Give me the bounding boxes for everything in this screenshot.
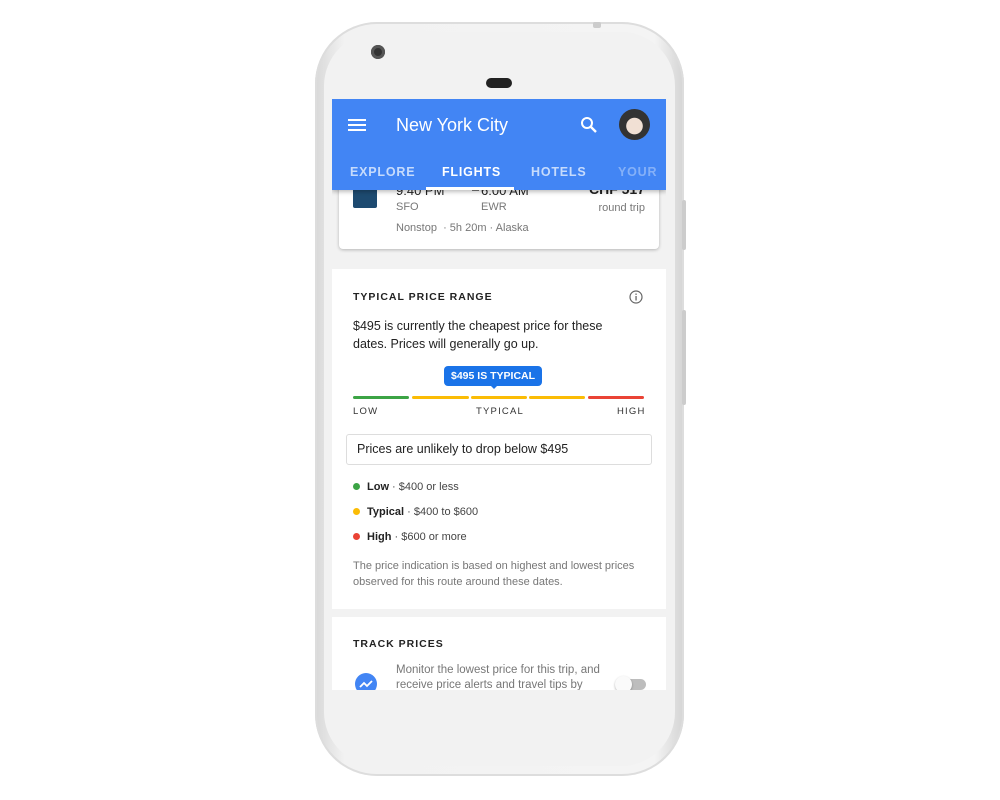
price-badge: $495 IS TYPICAL xyxy=(444,366,543,386)
legend-dot-typical xyxy=(353,508,360,515)
tab-flights[interactable]: FLIGHTS xyxy=(442,165,501,179)
origin: SFO xyxy=(396,201,419,213)
active-tab-indicator xyxy=(426,187,514,190)
app-header: New York City EXPLORE FLIGHTS HOTELS YOU… xyxy=(332,99,666,190)
section-heading: TYPICAL PRICE RANGE xyxy=(353,291,493,303)
legend-high: High · $600 or more xyxy=(367,531,467,543)
scale-typical-segment xyxy=(412,396,469,399)
destination: EWR xyxy=(481,201,507,213)
scale-label-typical: TYPICAL xyxy=(476,406,524,417)
page-title: New York City xyxy=(396,115,509,135)
trend-icon xyxy=(355,673,377,690)
info-icon[interactable] xyxy=(629,290,643,304)
legend-low: Low · $400 or less xyxy=(367,481,459,493)
legend-typical: Typical · $400 to $600 xyxy=(367,506,479,518)
track-description: Monitor the lowest price for this trip, … xyxy=(396,664,600,690)
track-heading: TRACK PRICES xyxy=(353,638,444,650)
tab-your[interactable]: YOUR xyxy=(618,165,657,179)
speaker xyxy=(486,78,512,88)
top-button xyxy=(593,22,601,28)
power-button xyxy=(682,310,686,405)
scale-low-segment xyxy=(353,396,409,399)
scale-label-high: HIGH xyxy=(617,406,646,417)
camera xyxy=(371,45,385,59)
scale-label-low: LOW xyxy=(353,406,379,417)
legend-dot-low xyxy=(353,483,360,490)
track-toggle[interactable] xyxy=(615,676,646,690)
price-summary: $495 is currently the cheapest price for… xyxy=(353,319,603,351)
app-screen: New York City EXPLORE FLIGHTS HOTELS YOU… xyxy=(332,99,666,690)
search-icon[interactable] xyxy=(580,116,598,134)
menu-icon[interactable] xyxy=(348,118,366,132)
arrow-icon xyxy=(472,190,479,191)
tab-explore[interactable]: EXPLORE xyxy=(350,165,415,179)
tab-hotels[interactable]: HOTELS xyxy=(531,165,587,179)
scale-typical-segment xyxy=(529,396,585,399)
volume-button xyxy=(682,200,686,250)
track-prices-section: TRACK PRICES Monitor the lowest price fo… xyxy=(332,617,666,690)
price-note-box: Prices are unlikely to drop below $495 xyxy=(346,434,652,465)
scale-typical-segment xyxy=(471,396,527,399)
price-note: round trip xyxy=(598,202,645,214)
scale-high-segment xyxy=(588,396,644,399)
legend-dot-high xyxy=(353,533,360,540)
avatar[interactable] xyxy=(619,109,650,140)
flight-details: Nonstop · 5h 20m · Alaska xyxy=(396,222,529,234)
price-footnote: The price indication is based on highest… xyxy=(353,560,635,588)
